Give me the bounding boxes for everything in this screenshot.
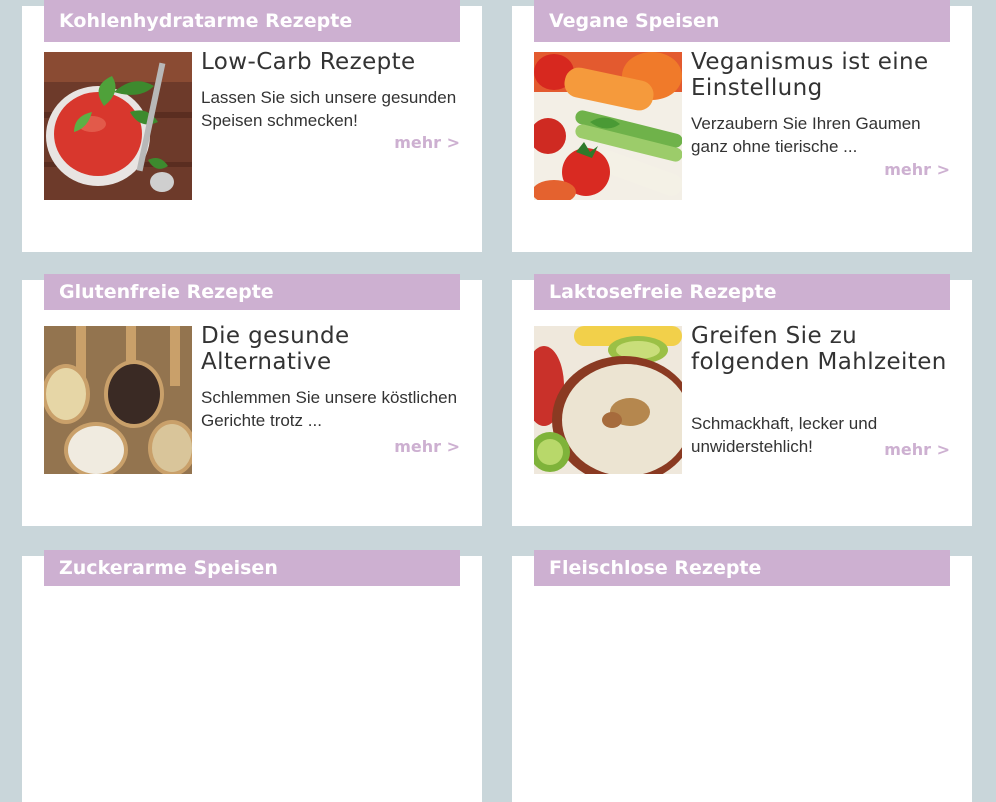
card-description: Verzaubern Sie Ihren Gaumen ganz ohne ti… [691, 114, 921, 156]
card-title[interactable]: Veganismus ist eine Einstellung [691, 49, 961, 101]
card-description: Lassen Sie sich unsere gesunden Speisen … [201, 88, 457, 130]
card-header[interactable]: Laktosefreie Rezepte [534, 274, 950, 310]
card-header[interactable]: Fleischlose Rezepte [534, 550, 950, 586]
recipe-card-low-sugar: Zuckerarme Speisen [22, 550, 482, 802]
recipe-card-lactose-free: Laktosefreie Rezepte Greifen Sie zu folg… [512, 274, 972, 526]
card-title[interactable]: Greifen Sie zu folgenden Mahlzeiten [691, 323, 961, 375]
recipe-card-meatless: Fleischlose Rezepte [512, 550, 972, 802]
more-link[interactable]: mehr > [394, 133, 460, 152]
more-link[interactable]: mehr > [394, 437, 460, 456]
card-description: Schlemmen Sie unsere köstlichen Gerichte… [201, 388, 458, 430]
card-header[interactable]: Kohlenhydratarme Rezepte [44, 0, 460, 42]
card-header[interactable]: Zuckerarme Speisen [44, 550, 460, 586]
grains-image[interactable] [44, 326, 192, 474]
recipe-card-low-carb: Kohlenhydratarme Rezepte Low-Carb Rezept… [22, 0, 482, 252]
tomato-soup-image[interactable] [44, 52, 192, 200]
recipe-card-gluten-free: Glutenfreie Rezepte Die gesunde Alternat… [22, 274, 482, 526]
recipe-card-vegan: Vegane Speisen Veganismus ist eine Einst… [512, 0, 972, 252]
card-header[interactable]: Vegane Speisen [534, 0, 950, 42]
oatmeal-image[interactable] [534, 326, 682, 474]
card-title[interactable]: Die gesunde Alternative [201, 323, 471, 375]
card-title[interactable]: Low-Carb Rezepte [201, 49, 471, 75]
more-link[interactable]: mehr > [884, 440, 950, 459]
vegetables-image[interactable] [534, 52, 682, 200]
card-header[interactable]: Glutenfreie Rezepte [44, 274, 460, 310]
more-link[interactable]: mehr > [884, 160, 950, 179]
